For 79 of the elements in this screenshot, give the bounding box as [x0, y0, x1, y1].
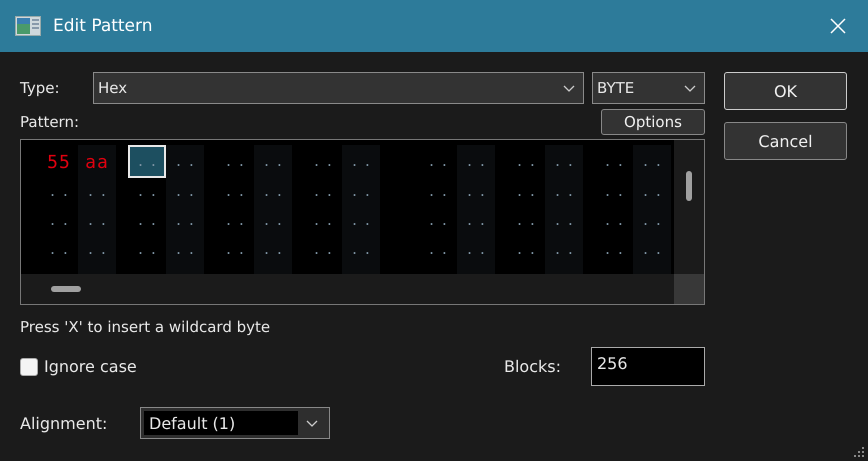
wildcard-byte[interactable]: .. — [507, 207, 545, 236]
wildcard-byte[interactable]: .. — [633, 145, 671, 178]
wildcard-byte[interactable]: .. — [633, 236, 671, 265]
options-button[interactable]: Options — [601, 108, 705, 134]
blocks-label: Blocks: — [504, 357, 561, 376]
wildcard-byte[interactable]: .. — [40, 178, 78, 207]
scrollbar-thumb[interactable] — [686, 171, 692, 201]
unit-dropdown[interactable]: BYTE — [592, 72, 705, 104]
hex-byte[interactable]: aa — [78, 145, 116, 178]
wildcard-byte[interactable]: .. — [128, 207, 166, 236]
wildcard-byte[interactable]: .. — [216, 236, 254, 265]
wildcard-byte[interactable]: .. — [457, 145, 495, 178]
wildcard-byte[interactable]: .. — [254, 178, 292, 207]
wildcard-byte[interactable]: .. — [40, 236, 78, 265]
wildcard-byte[interactable]: .. — [216, 145, 254, 178]
caret-icon — [684, 84, 696, 92]
wildcard-byte[interactable]: .. — [595, 236, 633, 265]
window-title: Edit Pattern — [53, 16, 154, 36]
wildcard-byte[interactable]: .. — [78, 207, 116, 236]
wildcard-byte[interactable]: .. — [304, 207, 342, 236]
wildcard-byte[interactable]: .. — [419, 207, 457, 236]
ok-button[interactable]: OK — [724, 72, 847, 110]
wildcard-byte[interactable]: .. — [545, 145, 583, 178]
app-icon — [15, 16, 41, 36]
wildcard-byte[interactable]: .. — [419, 236, 457, 265]
wildcard-byte[interactable]: .. — [128, 236, 166, 265]
wildcard-byte[interactable]: .. — [166, 178, 204, 207]
wildcard-byte[interactable]: .. — [78, 178, 116, 207]
wildcard-byte[interactable]: .. — [304, 178, 342, 207]
wildcard-byte[interactable]: .. — [507, 178, 545, 207]
wildcard-byte[interactable]: .. — [78, 236, 116, 265]
ignore-case-checkbox[interactable]: Ignore case — [20, 357, 137, 376]
pattern-label: Pattern: — [20, 112, 80, 130]
wildcard-byte[interactable]: .. — [342, 207, 380, 236]
scrollbar-thumb[interactable] — [51, 286, 81, 292]
wildcard-byte[interactable]: .. — [595, 207, 633, 236]
caret-icon — [563, 84, 575, 92]
wildcard-byte[interactable]: .. — [545, 178, 583, 207]
wildcard-byte[interactable]: .. — [419, 178, 457, 207]
wildcard-byte[interactable]: .. — [342, 178, 380, 207]
wildcard-byte[interactable]: .. — [633, 207, 671, 236]
wildcard-byte[interactable]: .. — [254, 145, 292, 178]
wildcard-byte[interactable]: .. — [342, 236, 380, 265]
hex-byte[interactable]: 55 — [40, 145, 78, 178]
wildcard-byte[interactable]: .. — [633, 178, 671, 207]
type-dropdown[interactable]: Hex — [93, 72, 584, 104]
alignment-label: Alignment: — [20, 414, 108, 432]
wildcard-byte[interactable]: .. — [507, 236, 545, 265]
wildcard-byte[interactable]: .. — [419, 145, 457, 178]
wildcard-byte[interactable]: .. — [457, 207, 495, 236]
wildcard-byte[interactable]: .. — [166, 145, 204, 178]
wildcard-byte[interactable]: .. — [216, 178, 254, 207]
wildcard-byte[interactable]: .. — [342, 145, 380, 178]
wildcard-byte[interactable]: .. — [216, 207, 254, 236]
wildcard-byte[interactable]: .. — [304, 236, 342, 265]
resize-grip-icon[interactable] — [854, 447, 864, 457]
caret-icon — [306, 420, 318, 426]
hex-editor[interactable]: 55 .. .. .. aa .. .. .. .. .. .. .. .. .. .. .. .. .. .. .. .. .. .. .. .. .. .. .. .. .. .. .. .. .. .. .. .. .. .. .. .. .. .. .. .. .. .. .. .. .. .. .. .. .. .. .. — [20, 139, 705, 305]
wildcard-byte[interactable]: .. — [166, 236, 204, 265]
scrollbar-corner — [674, 274, 704, 304]
blocks-field[interactable]: 256 — [591, 347, 705, 386]
type-label: Type: — [20, 79, 61, 97]
wildcard-byte[interactable]: .. — [304, 145, 342, 178]
wildcard-byte[interactable]: .. — [166, 207, 204, 236]
close-icon[interactable] — [830, 18, 846, 34]
wildcard-byte[interactable]: .. — [595, 145, 633, 178]
wildcard-byte[interactable]: .. — [507, 145, 545, 178]
alignment-dropdown[interactable]: Default (1) — [140, 407, 330, 439]
hint-text: Press 'X' to insert a wildcard byte — [20, 318, 272, 338]
wildcard-byte[interactable]: .. — [595, 178, 633, 207]
wildcard-byte[interactable]: .. — [545, 207, 583, 236]
wildcard-byte[interactable]: .. — [254, 207, 292, 236]
wildcard-byte[interactable]: .. — [254, 236, 292, 265]
cancel-button[interactable]: Cancel — [724, 122, 847, 160]
wildcard-byte[interactable]: .. — [457, 236, 495, 265]
wildcard-byte[interactable]: .. — [40, 207, 78, 236]
wildcard-byte[interactable]: .. — [545, 236, 583, 265]
wildcard-byte[interactable]: .. — [128, 178, 166, 207]
wildcard-byte[interactable]: .. — [457, 178, 495, 207]
